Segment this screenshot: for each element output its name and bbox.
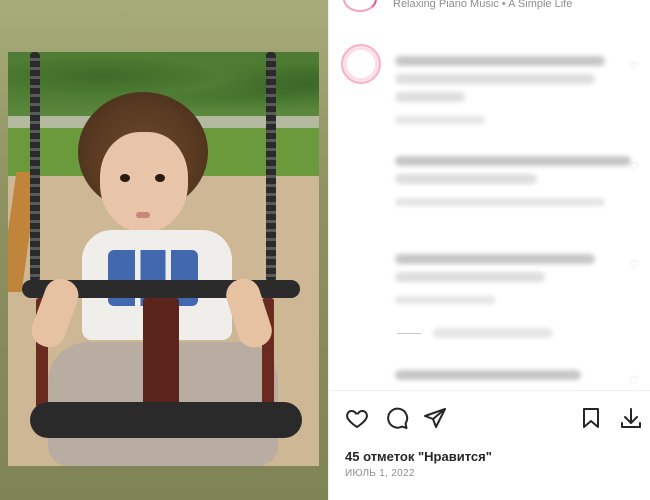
- comment-text-blurred: [395, 174, 537, 184]
- replies-dash: [397, 333, 421, 334]
- post-side-panel: Relaxing Piano Music • A Simple Life ♡ ♡…: [328, 0, 650, 500]
- comment-text-blurred: [395, 92, 465, 102]
- comment-like-icon[interactable]: ♡: [629, 160, 641, 173]
- replies-text-blurred: [433, 328, 553, 338]
- post-date: ИЮЛЬ 1, 2022: [345, 468, 415, 479]
- post-media-pane: [0, 0, 328, 500]
- share-button[interactable]: [421, 404, 449, 432]
- bookmark-icon: [583, 408, 599, 428]
- download-icon: [621, 408, 641, 428]
- swing-seat-base: [30, 402, 302, 438]
- commenter-avatar[interactable]: [341, 362, 381, 402]
- comment-like-icon[interactable]: ♡: [629, 374, 641, 387]
- comment-text-blurred: [395, 272, 545, 282]
- comment-button[interactable]: [383, 404, 411, 432]
- comment-text-blurred: [395, 74, 595, 84]
- heart-icon: [346, 409, 368, 429]
- post-photo[interactable]: [8, 52, 319, 466]
- comment-text-blurred: [395, 156, 631, 166]
- comment-text-blurred: [395, 370, 581, 380]
- like-button[interactable]: [343, 404, 371, 432]
- likes-count[interactable]: 45 отметок "Нравится": [345, 449, 492, 464]
- comment-like-icon[interactable]: ♡: [629, 60, 641, 73]
- swing-chain-left: [30, 52, 40, 282]
- swing-post-center: [143, 298, 179, 408]
- comment-meta-blurred: [395, 116, 485, 124]
- commenter-avatar[interactable]: [341, 150, 381, 190]
- download-button[interactable]: [617, 404, 645, 432]
- author-avatar[interactable]: [343, 0, 377, 12]
- comment-icon: [387, 407, 409, 429]
- comment-text-blurred: [395, 56, 605, 66]
- audio-track-label[interactable]: Relaxing Piano Music • A Simple Life: [393, 0, 572, 10]
- child-eye-right: [155, 174, 165, 182]
- comment-meta-blurred: [395, 198, 605, 206]
- commenter-avatar[interactable]: [341, 248, 381, 288]
- comment-text-blurred: [395, 254, 595, 264]
- child-eye-left: [120, 174, 130, 182]
- swing-chain-right: [266, 52, 276, 282]
- save-button[interactable]: [577, 404, 605, 432]
- comment-meta-blurred: [395, 296, 495, 304]
- comment-like-icon[interactable]: ♡: [629, 258, 641, 271]
- actions-divider: [329, 390, 650, 391]
- commenter-avatar[interactable]: [341, 44, 381, 84]
- send-icon: [424, 408, 446, 428]
- post-header: Relaxing Piano Music • A Simple Life: [329, 0, 650, 14]
- child-mouth: [136, 212, 150, 218]
- post-actions-bar: [329, 404, 650, 438]
